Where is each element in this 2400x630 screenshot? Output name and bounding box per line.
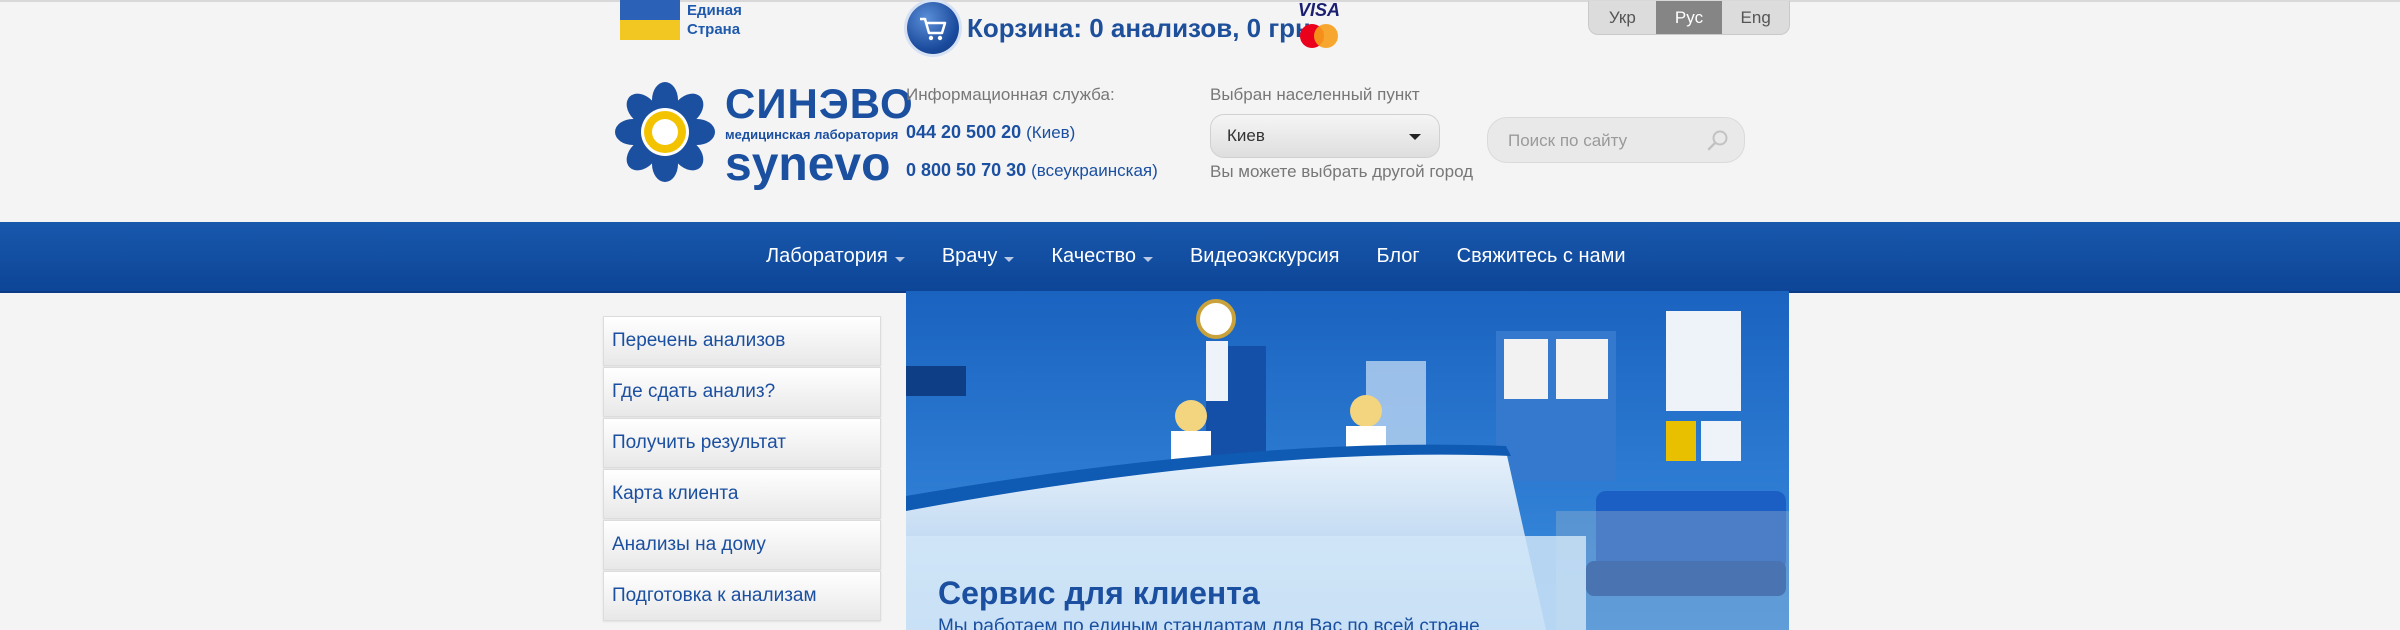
chevron-down-icon (1409, 134, 1421, 140)
language-switcher: Укр Рус Eng (1588, 1, 1790, 35)
sidebar-item-home-tests[interactable]: Анализы на дому (603, 520, 881, 570)
city-select-value: Киев (1227, 126, 1265, 145)
sidebar-item-where-to-test[interactable]: Где сдать анализ? (603, 367, 881, 417)
cart-summary-link[interactable]: Корзина: 0 анализов, 0 грн. (967, 13, 1318, 44)
city-select[interactable]: Киев (1210, 114, 1440, 158)
banner-title: Сервис для клиента (938, 575, 1260, 611)
cart-icon[interactable] (907, 2, 959, 54)
nav-label: Свяжитесь с нами (1456, 245, 1626, 267)
phone-national-note: (всеукраинская) (1031, 161, 1158, 180)
lang-eng[interactable]: Eng (1722, 1, 1789, 34)
synevo-flower-icon[interactable] (615, 82, 715, 182)
nav-label: Врачу (941, 245, 998, 267)
flag-text-line2: Страна (687, 21, 741, 38)
search-input[interactable] (1506, 128, 1700, 154)
search-box (1487, 117, 1745, 163)
phone-kiev[interactable]: 044 20 500 20 (Киев) (906, 122, 1075, 143)
nav-label: Качество (1051, 245, 1136, 267)
nav-item-doctor[interactable]: Врачу (942, 245, 1015, 268)
sidebar-item-analyses-list[interactable]: Перечень анализов (603, 316, 881, 366)
visa-logo: VISA (1298, 0, 1341, 20)
chevron-down-icon (894, 257, 905, 262)
chevron-down-icon (1142, 257, 1153, 262)
nav-item-laboratory[interactable]: Лаборатория (766, 245, 905, 268)
phone-national-number: 0 800 50 70 30 (906, 160, 1027, 180)
logo-text-en[interactable]: synevo (725, 137, 890, 192)
nav-item-video-tour[interactable]: Видеоэкскурсия (1190, 245, 1339, 268)
hero-banner[interactable]: Сервис для клиента Мы работаем по единым… (906, 291, 1789, 630)
sidebar-item-preparation[interactable]: Подготовка к анализам (603, 571, 881, 621)
lang-ukr[interactable]: Укр (1589, 1, 1656, 34)
mastercard-logo (1295, 22, 1343, 50)
nav-item-quality[interactable]: Качество (1051, 245, 1153, 268)
phone-kiev-note: (Киев) (1026, 123, 1076, 142)
united-country-link[interactable]: Единая Страна (687, 1, 742, 39)
city-label: Выбран населенный пункт (1210, 85, 1420, 104)
ukraine-flag-icon[interactable] (620, 0, 680, 40)
flag-text-line1: Единая (687, 2, 742, 19)
nav-item-blog[interactable]: Блог (1376, 245, 1419, 268)
chevron-down-icon (1004, 257, 1015, 262)
nav-label: Видеоэкскурсия (1189, 245, 1340, 267)
city-hint: Вы можете выбрать другой город (1210, 162, 1474, 181)
sidebar-item-get-results[interactable]: Получить результат (603, 418, 881, 468)
nav-label: Блог (1376, 245, 1420, 267)
logo-text-ru[interactable]: СИНЭВО (725, 80, 914, 128)
phone-national[interactable]: 0 800 50 70 30 (всеукраинская) (906, 160, 1158, 181)
nav-item-contact[interactable]: Свяжитесь с нами (1457, 245, 1626, 268)
search-icon[interactable] (1706, 128, 1730, 152)
lang-rus[interactable]: Рус (1655, 1, 1723, 34)
phone-kiev-number: 044 20 500 20 (906, 122, 1022, 142)
top-border (0, 0, 2400, 2)
sidebar-menu: Перечень анализов Где сдать анализ? Полу… (603, 316, 881, 622)
info-service-label: Информационная служба: (906, 85, 1115, 104)
nav-label: Лаборатория (766, 245, 888, 267)
banner-text: Мы работаем по единым стандартам для Вас… (938, 616, 1480, 630)
sidebar-item-client-card[interactable]: Карта клиента (603, 469, 881, 519)
main-nav: Лаборатория Врачу Качество Видеоэкскурси… (0, 222, 2400, 293)
